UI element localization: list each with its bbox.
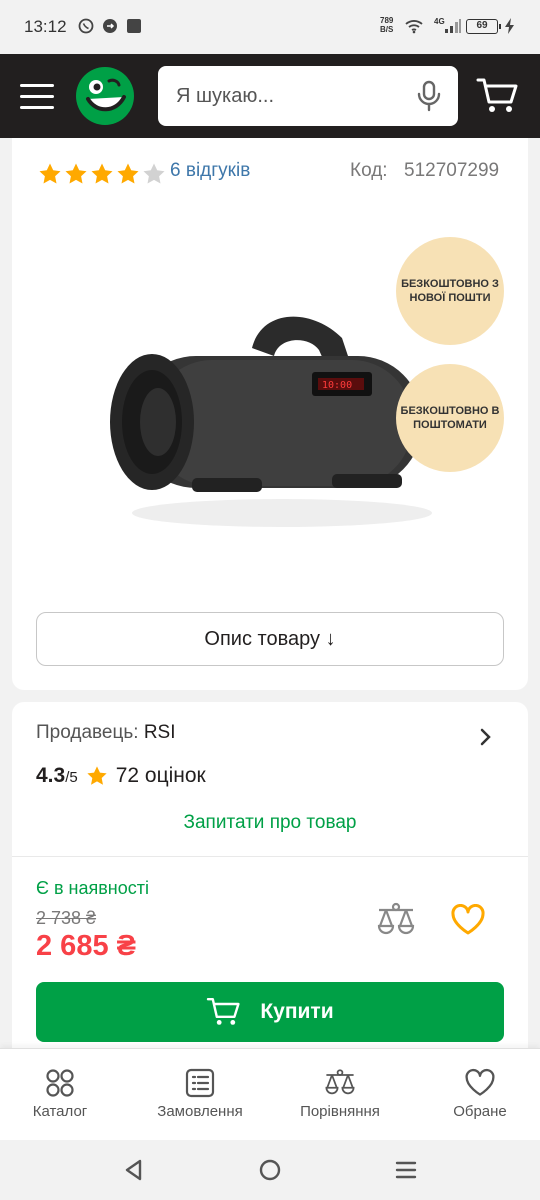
signal-icon	[445, 19, 461, 33]
chevron-right-icon[interactable]	[478, 727, 494, 747]
product-code-label: Код:	[350, 160, 388, 181]
nav-orders-label: Замовлення	[157, 1103, 243, 1120]
cart-icon	[207, 998, 240, 1025]
list-icon	[185, 1068, 215, 1098]
battery-indicator: 69	[466, 19, 501, 34]
search-bar	[158, 66, 458, 126]
recents-icon[interactable]	[394, 1158, 418, 1182]
nav-catalog-label: Каталог	[32, 1103, 88, 1120]
reviews-link[interactable]: 6 відгуків	[170, 160, 250, 182]
nav-favorites-label: Обране	[453, 1103, 507, 1120]
product-card: 6 відгуків Код: 512707299 10:00 БЕЗКОШТО…	[12, 138, 528, 690]
net-speed: 789 B/S	[380, 16, 394, 34]
home-icon[interactable]	[258, 1158, 282, 1182]
star-icon	[117, 163, 139, 184]
product-image[interactable]: 10:00	[92, 298, 442, 538]
star-icon	[87, 766, 107, 785]
sync-icon	[103, 19, 117, 33]
current-price: 2 685 ₴	[36, 930, 136, 962]
back-icon[interactable]	[122, 1158, 146, 1182]
purchase-card: Продавець: RSI 4.3 /5 72 оцінок Запитати…	[12, 702, 528, 1062]
top-header	[0, 54, 540, 138]
rating-stars	[38, 162, 166, 186]
availability-status: Є в наявності	[36, 878, 149, 898]
status-bar: 13:12 789 B/S 4G 69	[0, 0, 540, 54]
seller-name: RSI	[143, 722, 176, 743]
viber-icon	[78, 18, 94, 34]
description-button[interactable]: Опис товару ↓	[36, 612, 504, 666]
microphone-icon[interactable]	[416, 80, 442, 112]
nav-compare[interactable]: Порівняння	[280, 1067, 400, 1121]
grid-icon	[46, 1069, 74, 1097]
wifi-icon	[405, 20, 423, 34]
ask-about-product-link[interactable]: Запитати про товар	[12, 812, 528, 834]
svg-text:10:00: 10:00	[322, 380, 352, 391]
seller-row[interactable]: Продавець: RSI	[36, 722, 176, 744]
seller-score-max: /5	[65, 769, 78, 786]
product-code: 512707299	[404, 160, 500, 181]
nav-compare-label: Порівняння	[300, 1103, 380, 1120]
divider	[12, 856, 528, 857]
seller-score: 4.3	[36, 764, 66, 787]
scales-icon	[325, 1069, 355, 1095]
seller-label: Продавець:	[36, 722, 139, 743]
star-icon	[65, 163, 87, 184]
menu-button[interactable]	[20, 78, 56, 114]
bottom-navigation: Каталог Замовлення Порівняння Обране	[0, 1048, 540, 1140]
compare-scales-icon[interactable]	[376, 902, 416, 938]
free-delivery-badge: БЕЗКОШТОВНО З НОВОЇ ПОШТИ	[396, 237, 504, 345]
charging-icon	[505, 18, 514, 34]
cart-icon[interactable]	[476, 76, 520, 116]
status-time: 13:12	[24, 17, 67, 36]
star-empty-icon	[143, 163, 165, 184]
seller-ratings-count: 72 оцінок	[115, 764, 206, 787]
buy-button[interactable]: Купити	[36, 982, 504, 1042]
app-icon	[127, 19, 141, 33]
seller-rating: 4.3 /5 72 оцінок	[36, 764, 206, 788]
nav-favorites[interactable]: Обране	[420, 1067, 540, 1121]
star-icon	[39, 163, 61, 184]
star-icon	[91, 163, 113, 184]
buy-button-label: Купити	[260, 1000, 334, 1023]
system-navigation	[0, 1140, 540, 1200]
old-price: 2 738 ₴	[36, 908, 97, 928]
heart-icon	[465, 1068, 495, 1096]
nav-orders[interactable]: Замовлення	[140, 1067, 260, 1121]
search-input[interactable]	[176, 66, 396, 126]
free-parcel-locker-badge: БЕЗКОШТОВНО В ПОШТОМАТИ	[396, 364, 504, 472]
nav-catalog[interactable]: Каталог	[0, 1067, 120, 1121]
logo-icon[interactable]	[74, 65, 136, 127]
favorite-heart-icon[interactable]	[450, 904, 486, 936]
